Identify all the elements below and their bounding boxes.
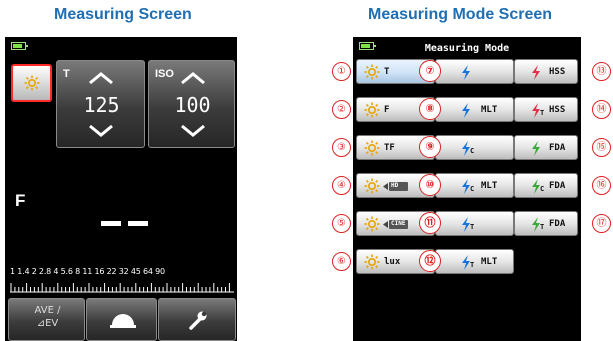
- mode-label: lux: [384, 257, 401, 267]
- mode-subscript: C: [470, 147, 475, 155]
- mode-label: HSS: [549, 67, 566, 77]
- callout-number: ⑦: [419, 60, 441, 82]
- sun-icon: [364, 140, 380, 156]
- shutter-speed-box: T 125: [56, 60, 145, 148]
- aperture-scale-labels: 1 1.4 2 2.8 4 5.6 8 11 16 22 32 45 64 90: [10, 267, 165, 276]
- dome-button[interactable]: [86, 298, 157, 341]
- mode-label: HSS: [549, 105, 566, 115]
- callout-number: ⑭: [592, 100, 611, 119]
- mode-subscript: C: [540, 185, 545, 193]
- iso-value: 100: [174, 93, 211, 117]
- callout-number: ④: [332, 176, 351, 195]
- dome-icon: [110, 314, 136, 328]
- mode-label: FDA: [549, 181, 566, 191]
- t-label: T: [63, 68, 70, 80]
- measuring-mode-screen-heading: Measuring Mode Screen: [368, 6, 553, 23]
- mode-button-11[interactable]: T: [435, 211, 514, 236]
- callout-number: ①: [332, 62, 351, 81]
- mode-button-10[interactable]: C MLT: [435, 173, 514, 198]
- mode-subscript: T: [540, 109, 545, 117]
- callout-number: ⑮: [592, 138, 611, 157]
- sun-icon: [364, 178, 380, 194]
- mode-label: FDA: [549, 219, 566, 229]
- t-up-arrow-icon[interactable]: [88, 71, 114, 85]
- measuring-screen: T 125 ISO 100 F 1 1.4 2 2.8 4 5.6 8 11 1…: [5, 37, 237, 341]
- mode-subscript: C: [470, 185, 475, 193]
- mode-label: MLT: [481, 181, 498, 191]
- delta-ev-label: ⊿EV: [36, 318, 59, 329]
- mode-label: HD: [391, 182, 399, 189]
- callout-number: ⑨: [419, 136, 441, 158]
- sun-icon: [364, 102, 380, 118]
- iso-down-arrow-icon[interactable]: [180, 124, 206, 138]
- mode-button-7[interactable]: [435, 59, 514, 84]
- mode-button-9[interactable]: C: [435, 135, 514, 160]
- ave-label: AVE /: [34, 305, 61, 316]
- sun-icon: [364, 216, 380, 232]
- iso-box: ISO 100: [148, 60, 235, 148]
- mode-label: FDA: [549, 143, 566, 153]
- sun-icon: [24, 75, 40, 91]
- iso-up-arrow-icon[interactable]: [180, 71, 206, 85]
- measuring-mode-screen: Measuring Mode T F TF HD CINE lux MLT C C MLT T T ML…: [353, 37, 581, 341]
- mode-label: F: [384, 105, 390, 115]
- ave-ev-button[interactable]: AVE / ⊿EV: [8, 298, 85, 341]
- mode-label: MLT: [481, 105, 498, 115]
- mode-subscript: T: [470, 261, 475, 269]
- callout-number: ⑥: [332, 252, 351, 271]
- callout-number: ⑧: [419, 98, 441, 120]
- mode-button-15[interactable]: FDA: [514, 135, 578, 160]
- callout-number: ⑪: [419, 212, 441, 234]
- callout-number: ⑬: [592, 62, 611, 81]
- aperture-scale: [10, 283, 234, 293]
- mode-subscript: T: [470, 223, 475, 231]
- battery-icon: [11, 42, 28, 50]
- measuring-mode-button[interactable]: [11, 64, 52, 102]
- measuring-screen-heading: Measuring Screen: [54, 6, 192, 23]
- flash-icon: [462, 65, 470, 80]
- t-down-arrow-icon[interactable]: [88, 124, 114, 138]
- mode-label: TF: [384, 143, 395, 153]
- flash-icon: [462, 103, 470, 118]
- flash-icon: [532, 141, 540, 156]
- settings-button[interactable]: [158, 298, 236, 341]
- mode-subscript: T: [540, 223, 545, 231]
- mode-label: MLT: [481, 257, 498, 267]
- mode-button-17[interactable]: T FDA: [514, 211, 578, 236]
- sun-icon: [364, 254, 380, 270]
- mode-label: T: [384, 67, 390, 77]
- f-label: F: [15, 191, 26, 210]
- callout-number: ⑫: [419, 250, 441, 272]
- iso-label: ISO: [155, 68, 174, 80]
- mode-button-14[interactable]: T HSS: [514, 97, 578, 122]
- callout-number: ⑩: [419, 174, 441, 196]
- mode-button-13[interactable]: HSS: [514, 59, 578, 84]
- callout-number: ⑰: [592, 214, 611, 233]
- callout-number: ⑤: [332, 214, 351, 233]
- mode-screen-title: Measuring Mode: [424, 43, 510, 54]
- t-value: 125: [83, 93, 120, 117]
- reading-display: [101, 221, 149, 226]
- callout-number: ③: [332, 138, 351, 157]
- callout-number: ②: [332, 100, 351, 119]
- flash-icon: [532, 65, 540, 80]
- mode-button-16[interactable]: C FDA: [514, 173, 578, 198]
- mode-button-8[interactable]: MLT: [435, 97, 514, 122]
- wrench-icon: [189, 311, 207, 330]
- mode-button-12[interactable]: T MLT: [435, 249, 514, 274]
- callout-number: ⑯: [592, 176, 611, 195]
- mode-label: CINE: [391, 220, 406, 227]
- sun-icon: [364, 64, 380, 80]
